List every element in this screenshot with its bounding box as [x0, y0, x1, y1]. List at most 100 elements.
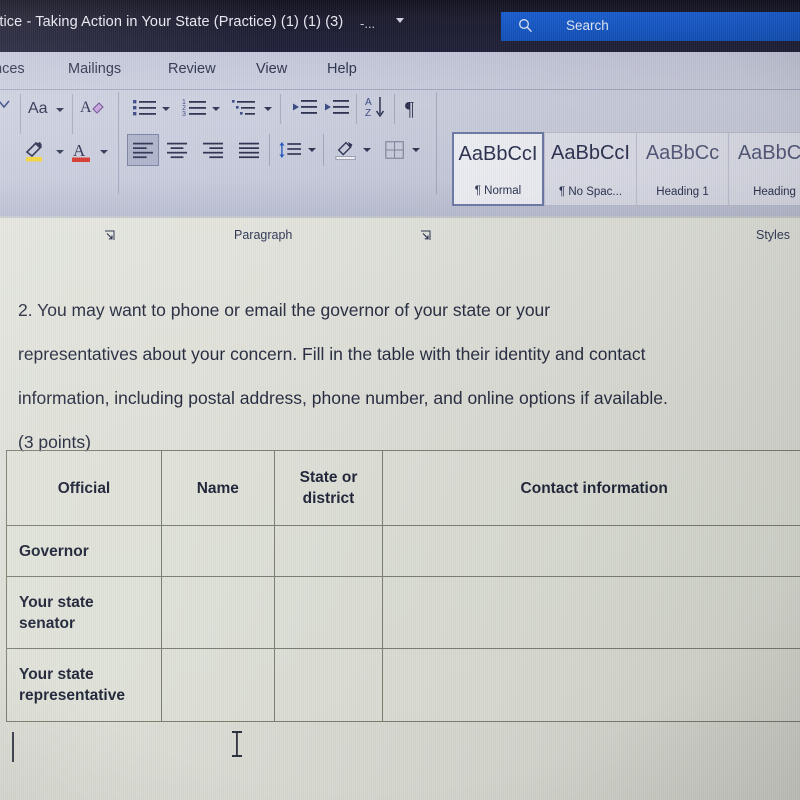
text-highlight-color-icon[interactable] [22, 138, 48, 164]
i-beam-cursor [232, 731, 242, 757]
ribbon-tab-references[interactable]: nces [0, 61, 25, 77]
screen-photo: ctice - Taking Action in Your State (Pra… [0, 0, 800, 800]
ribbon-tab-mailings[interactable]: Mailings [68, 61, 121, 77]
increase-indent-icon[interactable] [324, 96, 350, 118]
shading-icon[interactable] [332, 136, 360, 164]
style-item-normal[interactable]: AaBbCcI ¶ Normal [452, 132, 544, 206]
style-sample-no-spacing: AaBbCcI [551, 142, 630, 164]
table-header-contact-information: Contact information [382, 450, 800, 526]
show-formatting-marks-icon[interactable]: ¶ [402, 94, 422, 120]
divider [269, 134, 270, 166]
table-cell-district-state-senator[interactable] [273, 576, 384, 649]
style-label-no-spacing: ¶ No Spac... [558, 186, 623, 198]
font-size-decrease-icon[interactable] [0, 96, 12, 114]
style-label-heading-2: Heading [753, 186, 796, 198]
table-cell-contact-state-representative[interactable] [382, 648, 800, 722]
divider [20, 94, 21, 134]
divider [394, 94, 395, 124]
numbering-chevron-down-icon[interactable] [212, 107, 220, 111]
borders-chevron-down-icon[interactable] [412, 148, 420, 152]
numbered-list-icon[interactable]: 1 2 3 [182, 96, 208, 118]
divider [356, 94, 357, 124]
document-page[interactable]: 2. You may want to phone or email the go… [0, 216, 800, 800]
body-paragraph-line-2: representatives about your concern. Fill… [18, 344, 646, 364]
ribbon-group-labels: Paragraph Styles [0, 228, 800, 254]
table-row[interactable]: Governor [6, 525, 800, 577]
table-cell-official-governor[interactable]: Governor [6, 525, 162, 577]
ribbon-tab-review[interactable]: Review [168, 61, 216, 77]
font-color-chevron-down-icon[interactable] [100, 150, 108, 154]
divider-paragraph-styles [436, 92, 437, 194]
multilevel-chevron-down-icon[interactable] [264, 107, 272, 111]
chevron-down-icon[interactable] [396, 18, 404, 23]
styles-gallery[interactable]: AaBbCcI ¶ Normal AaBbCcI ¶ No Spac... Aa… [452, 132, 800, 206]
svg-text:A: A [73, 141, 86, 160]
table-header-state-or-district: State or district [273, 450, 384, 526]
align-right-icon[interactable] [199, 136, 227, 164]
ribbon-tab-help[interactable]: Help [327, 61, 357, 77]
table-cell-name-governor[interactable] [160, 525, 275, 577]
table-cell-district-state-representative[interactable] [273, 648, 384, 722]
ribbon-tab-view[interactable]: View [256, 61, 287, 77]
style-label-normal: ¶ Normal [474, 185, 522, 197]
table-cell-name-state-senator[interactable] [160, 576, 275, 649]
group-label-styles: Styles [756, 228, 791, 242]
divider-font-paragraph [118, 92, 119, 194]
style-item-no-spacing[interactable]: AaBbCcI ¶ No Spac... [544, 132, 636, 206]
table-cell-contact-state-senator[interactable] [382, 576, 800, 649]
table-header-state-or-district-line1: State or [299, 469, 358, 486]
sort-az-icon[interactable]: A Z [364, 94, 388, 120]
clear-formatting-icon[interactable]: A [80, 95, 106, 119]
contact-information-table[interactable]: Official Name State or district Contact … [6, 450, 800, 722]
table-cell-contact-governor[interactable] [382, 525, 800, 577]
multilevel-list-icon[interactable] [232, 96, 260, 118]
title-overflow-ellipsis: -... [360, 16, 376, 31]
dialog-box-launcher-icon[interactable] [420, 230, 431, 241]
justify-icon[interactable] [235, 136, 263, 164]
align-left-icon[interactable] [127, 134, 159, 166]
highlight-chevron-down-icon[interactable] [56, 150, 64, 154]
table-header-name: Name [160, 450, 275, 526]
search-box[interactable]: Search [501, 12, 800, 41]
text-caret [12, 732, 14, 762]
ribbon-tab-strip: nces Mailings Review View Help [0, 52, 800, 90]
table-row[interactable]: Your state senator [6, 576, 800, 649]
table-cell-district-governor[interactable] [273, 525, 384, 577]
ribbon: nces Mailings Review View Help Aa A [0, 52, 800, 242]
table-cell-official-state-senator[interactable]: Your state senator [6, 576, 162, 649]
line-spacing-icon[interactable] [277, 136, 305, 164]
page-top-edge [0, 216, 800, 218]
table-cell-name-state-representative[interactable] [160, 648, 275, 722]
align-center-icon[interactable] [163, 136, 191, 164]
font-color-icon[interactable]: A [70, 138, 94, 164]
table-cell-official-state-representative[interactable]: Your state representative [6, 648, 162, 722]
line-spacing-chevron-down-icon[interactable] [308, 148, 316, 152]
search-placeholder: Search [566, 18, 609, 33]
decrease-indent-icon[interactable] [292, 96, 318, 118]
table-cell-official-state-senator-line2: senator [19, 614, 75, 632]
svg-text:A: A [80, 99, 92, 116]
svg-text:A: A [365, 97, 372, 108]
body-paragraph-line-3: information, including postal address, p… [18, 388, 668, 408]
change-case-chevron-down-icon[interactable] [56, 108, 64, 112]
borders-icon[interactable] [382, 136, 408, 164]
group-label-paragraph: Paragraph [234, 228, 293, 242]
document-title: ctice - Taking Action in Your State (Pra… [0, 14, 344, 30]
style-item-heading-1[interactable]: AaBbCc Heading 1 [636, 132, 728, 206]
table-cell-official-state-representative-line2: representative [19, 687, 125, 704]
shading-chevron-down-icon[interactable] [363, 148, 371, 152]
style-label-heading-1: Heading 1 [656, 186, 709, 198]
style-item-heading-2[interactable]: AaBbCc Heading [728, 132, 800, 206]
svg-text:3: 3 [182, 111, 186, 118]
bullets-chevron-down-icon[interactable] [162, 107, 170, 111]
table-header-official: Official [6, 450, 162, 526]
bullet-list-icon[interactable] [132, 96, 158, 118]
style-sample-normal: AaBbCcI [458, 143, 538, 165]
body-paragraph-line-1: 2. You may want to phone or email the go… [18, 300, 551, 320]
divider [323, 134, 324, 166]
dialog-box-launcher-icon[interactable] [104, 230, 115, 241]
search-icon [519, 19, 533, 33]
table-header-row: Official Name State or district Contact … [6, 450, 800, 526]
table-row[interactable]: Your state representative [6, 648, 800, 722]
change-case-label[interactable]: Aa [28, 100, 48, 118]
